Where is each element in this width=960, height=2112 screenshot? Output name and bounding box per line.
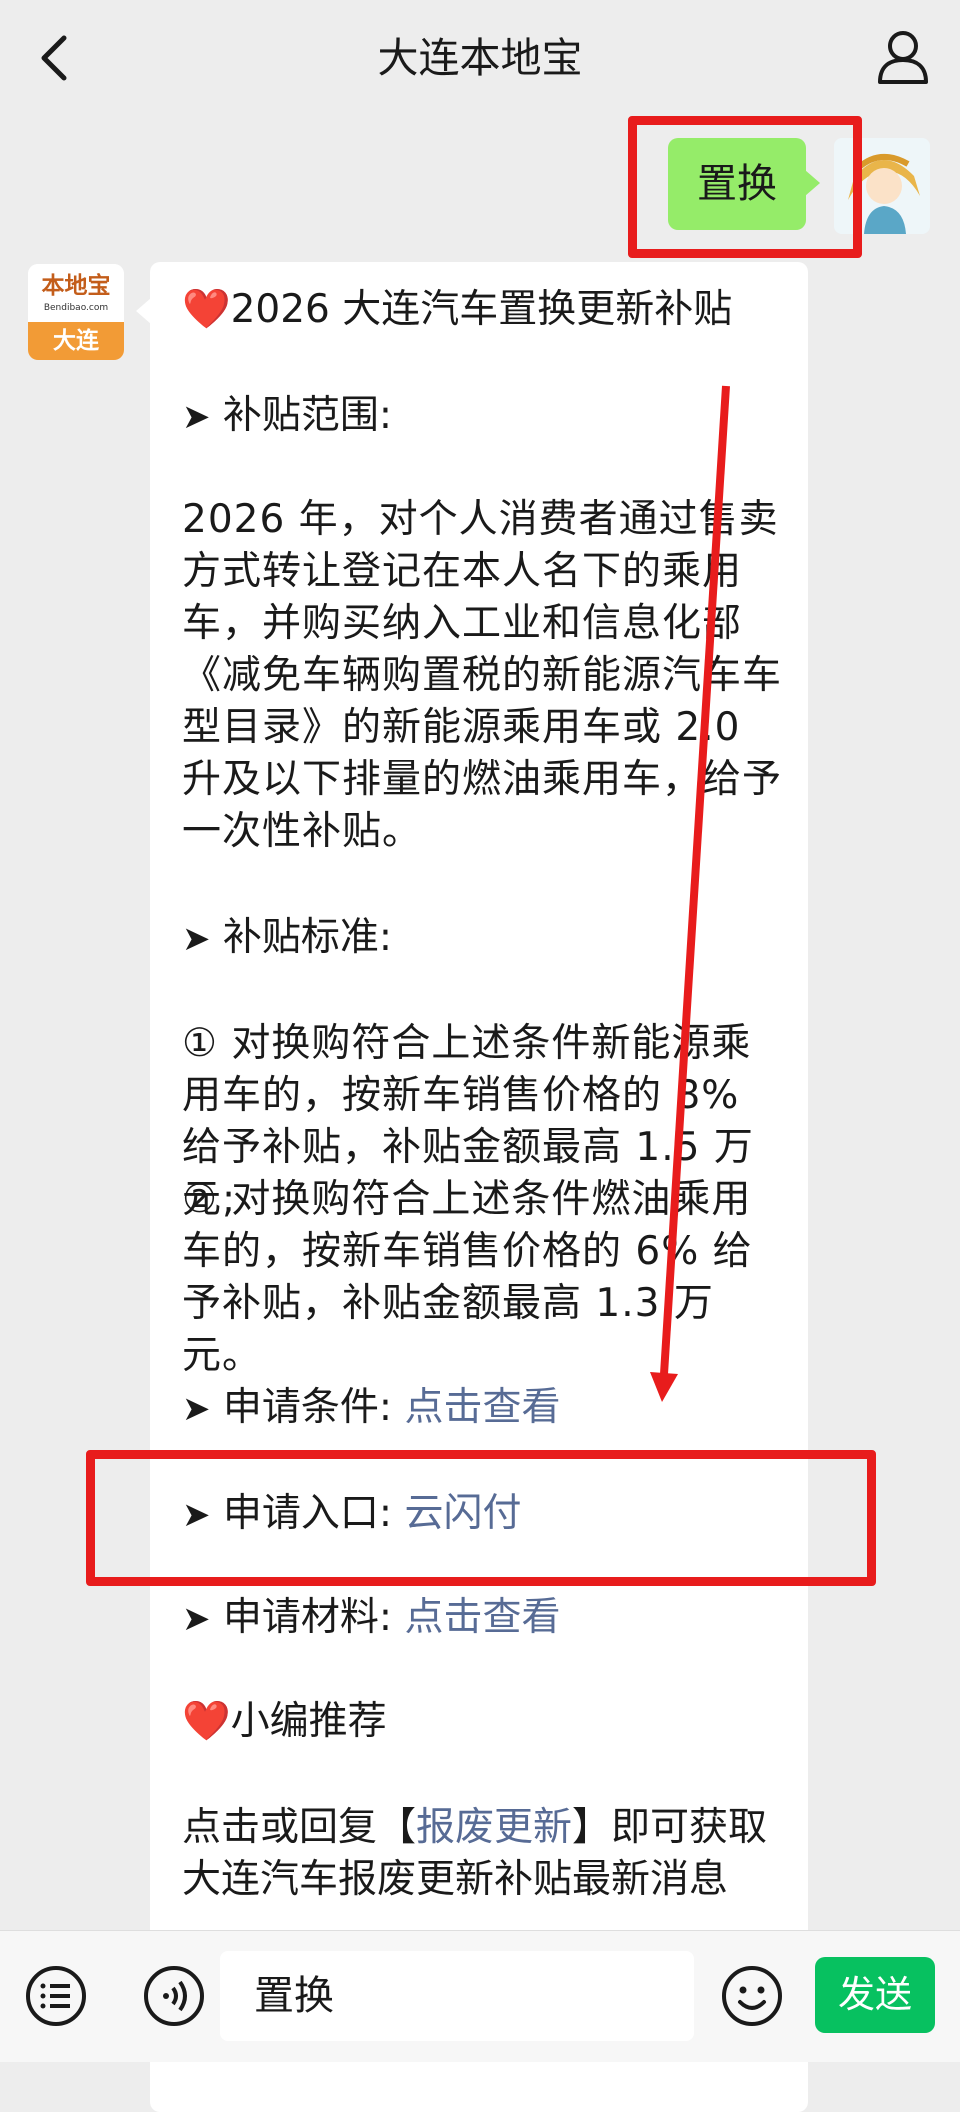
person-icon xyxy=(878,31,928,84)
voice-button[interactable] xyxy=(142,1964,206,2028)
brand-logo-text: 本地宝 xyxy=(41,273,111,299)
send-button[interactable]: 发送 xyxy=(815,1957,935,2033)
brand-logo-url: Bendibao.com xyxy=(43,303,109,313)
apply-conditions-link[interactable]: 点击查看 xyxy=(404,1385,560,1430)
apply-entry-row: ➤ 申请入口: 云闪付 xyxy=(182,1491,522,1536)
arrow-bullet-icon: ➤ xyxy=(182,919,211,959)
scrap-update-link[interactable]: 报废更新 xyxy=(416,1805,572,1850)
my-avatar[interactable] xyxy=(834,138,930,234)
official-account-avatar[interactable]: 本地宝 Bendibao.com 大连 xyxy=(28,264,124,360)
smile-icon xyxy=(722,1966,782,2026)
brand-city-label: 大连 xyxy=(28,322,124,360)
list-icon xyxy=(26,1966,86,2026)
section-title-scope: ➤ 补贴范围: xyxy=(182,393,393,438)
input-bar: 置换 发送 xyxy=(0,1930,960,2062)
reply-hint-line-1: 点击或回复【报废更新】即可获取 xyxy=(182,1805,768,1850)
apply-materials-link[interactable]: 点击查看 xyxy=(404,1595,560,1640)
reply-hint-line-2: 大连汽车报废更新补贴最新消息 xyxy=(182,1857,729,1902)
emoji-button[interactable] xyxy=(720,1964,784,2028)
incoming-message: ❤️2026 大连汽车置换更新补贴 ➤ 补贴范围: 2026 年，对个人消费者通… xyxy=(136,262,808,2112)
section-title-standard: ➤ 补贴标准: xyxy=(182,915,393,960)
header-bar: 大连本地宝 xyxy=(0,0,960,116)
recommend-heading: ❤️小编推荐 xyxy=(182,1699,387,1744)
heart-icon: ❤️ xyxy=(182,1699,231,1744)
apply-materials-row: ➤ 申请材料: 点击查看 xyxy=(182,1595,561,1640)
standard-item-2: ② 对换购符合上述条件燃油乘用车的，按新车销售价格的 6% 给予补贴，补贴金额最… xyxy=(182,1177,753,1378)
page-title: 大连本地宝 xyxy=(377,34,583,82)
message-heading: ❤️2026 大连汽车置换更新补贴 xyxy=(182,287,733,332)
heart-icon: ❤️ xyxy=(182,287,231,332)
voice-icon xyxy=(144,1966,204,2026)
section-text-scope: 2026 年，对个人消费者通过售卖方式转让登记在本人名下的乘用车，并购买纳入工业… xyxy=(182,497,783,854)
arrow-bullet-icon: ➤ xyxy=(182,1495,211,1535)
menu-button[interactable] xyxy=(24,1964,88,2028)
arrow-bullet-icon: ➤ xyxy=(182,1389,211,1429)
message-input[interactable]: 置换 xyxy=(220,1951,694,2041)
apply-conditions-row: ➤ 申请条件: 点击查看 xyxy=(182,1385,561,1430)
arrow-bullet-icon: ➤ xyxy=(182,1599,211,1639)
apply-entry-link[interactable]: 云闪付 xyxy=(404,1491,521,1536)
outgoing-message[interactable]: 置换 xyxy=(668,138,820,230)
arrow-bullet-icon: ➤ xyxy=(182,397,211,437)
cartoon-avatar-image xyxy=(834,138,930,234)
profile-button[interactable] xyxy=(874,28,932,86)
